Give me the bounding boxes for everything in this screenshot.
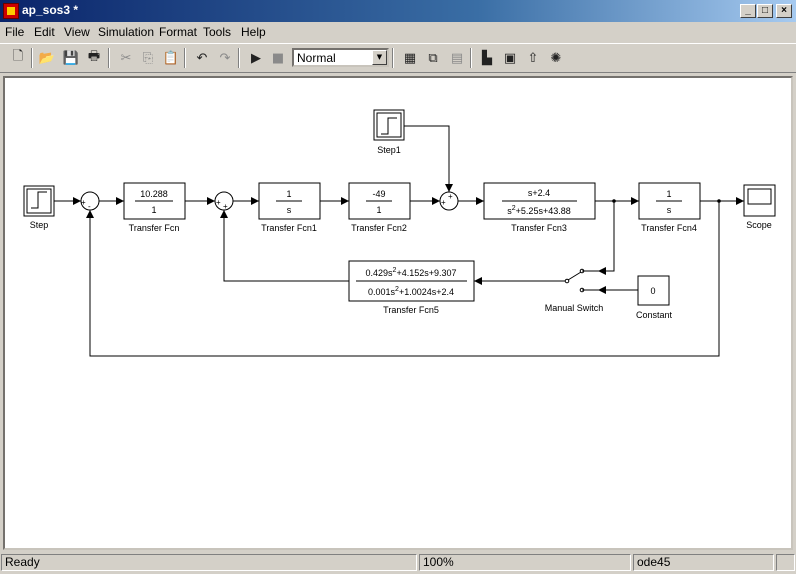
transfer-fcn4-block[interactable]: 1 s [638, 182, 701, 220]
transfer-fcn3-denominator: s2+5.25s+43.88 [507, 205, 570, 216]
transfer-fcn2-numerator: -49 [372, 189, 385, 199]
transfer-fcn3-numerator: s+2.4 [528, 188, 550, 198]
library-browser-icon[interactable]: ▙ [477, 48, 497, 68]
sum1-minus-sign: - [88, 202, 91, 211]
transfer-fcn1-label: Transfer Fcn1 [261, 223, 317, 233]
title-bar: ap_sos3 * _ □ × [0, 0, 796, 22]
toolbar-separator [238, 48, 240, 68]
resize-grip[interactable] [776, 554, 795, 571]
transfer-fcn4-numerator: 1 [666, 189, 671, 199]
step1-block[interactable] [373, 109, 405, 141]
block-diagram: Step Step1 + - 10.288 1 Transfer Fcn + + [23, 109, 776, 357]
status-bar: Ready 100% ode45 [0, 552, 796, 574]
transfer-fcn1-block[interactable]: 1 s [258, 182, 321, 220]
branch-point [717, 199, 721, 203]
transfer-fcn1-numerator: 1 [286, 189, 291, 199]
sum3-plus-sign-left: + [441, 198, 446, 207]
menu-help[interactable]: Help [241, 25, 266, 39]
cut-icon[interactable]: ✂ [116, 48, 136, 68]
transfer-fcn-denominator: 1 [151, 205, 156, 215]
toolbar: 🗋 📂 💾 🖶 ✂ ⎘ 📋 ↶ ↷ ▶ ■ ▦ ⧉ ▤ ▙ ▣ ⇧ ✺ [0, 43, 796, 73]
sum3-plus-sign-top: + [448, 192, 453, 201]
status-solver: ode45 [633, 554, 774, 571]
step-label: Step [30, 220, 49, 230]
transfer-fcn4-denominator: s [667, 205, 672, 215]
update-diagram-icon[interactable]: ⧉ [423, 48, 443, 68]
build-subsystem-icon[interactable]: ▤ [447, 48, 467, 68]
new-icon[interactable]: 🗋 [8, 48, 28, 68]
simulation-mode-select[interactable]: Normal ▼ [292, 48, 389, 67]
simulink-app-icon[interactable] [3, 3, 19, 19]
constant-block[interactable]: 0 [637, 275, 670, 306]
undo-icon[interactable]: ↶ [192, 48, 212, 68]
transfer-fcn1-denominator: s [287, 205, 292, 215]
branch-point [612, 199, 616, 203]
menu-edit[interactable]: Edit [34, 25, 55, 39]
manual-switch-block[interactable] [564, 268, 598, 293]
simulation-mode-value: Normal [297, 51, 336, 65]
chevron-down-icon[interactable]: ▼ [372, 50, 387, 65]
sum1-plus-sign: + [81, 198, 86, 207]
menu-bar: File Edit View Simulation Format Tools H… [0, 22, 796, 42]
menu-view[interactable]: View [64, 25, 90, 39]
go-to-parent-icon[interactable]: ⇧ [523, 48, 543, 68]
transfer-fcn5-denominator: 0.001s2+1.0024s+2.4 [368, 286, 454, 297]
window-title: ap_sos3 * [22, 3, 79, 17]
debug-icon[interactable]: ✺ [546, 48, 566, 68]
sum2-plus-sign-bottom: + [223, 202, 228, 211]
sum2-block[interactable]: + + [214, 191, 234, 211]
toolbar-separator [108, 48, 110, 68]
toolbar-separator [470, 48, 472, 68]
toolbar-separator [31, 48, 33, 68]
transfer-fcn5-label: Transfer Fcn5 [383, 305, 439, 315]
sum1-block[interactable]: + - [80, 191, 100, 211]
maximize-button[interactable]: □ [757, 4, 773, 18]
toolbar-separator [392, 48, 394, 68]
step-block[interactable] [23, 185, 55, 217]
transfer-fcn-numerator: 10.288 [140, 189, 168, 199]
transfer-fcn3-label: Transfer Fcn3 [511, 223, 567, 233]
transfer-fcn-label: Transfer Fcn [129, 223, 180, 233]
sum3-block[interactable]: + + [439, 191, 459, 211]
scope-label: Scope [746, 220, 772, 230]
paste-icon[interactable]: 📋 [161, 48, 181, 68]
transfer-fcn2-block[interactable]: -49 1 [348, 182, 411, 220]
menu-simulation[interactable]: Simulation [98, 25, 154, 39]
model-browser-icon[interactable]: ▣ [500, 48, 520, 68]
transfer-fcn5-numerator: 0.429s2+4.152s+9.307 [366, 267, 457, 278]
close-button[interactable]: × [776, 4, 792, 18]
model-canvas[interactable]: Step Step1 + - 10.288 1 Transfer Fcn + + [3, 76, 793, 550]
constant-value: 0 [650, 286, 655, 296]
start-simulation-icon[interactable]: ▶ [246, 48, 266, 68]
save-icon[interactable]: 💾 [61, 48, 81, 68]
transfer-fcn4-label: Transfer Fcn4 [641, 223, 697, 233]
signal-lines [54, 125, 744, 357]
stop-simulation-icon[interactable]: ■ [268, 48, 288, 68]
status-state: Ready [1, 554, 417, 571]
minimize-button[interactable]: _ [740, 4, 756, 18]
status-zoom: 100% [419, 554, 631, 571]
menu-tools[interactable]: Tools [203, 25, 231, 39]
scope-block[interactable] [743, 184, 776, 217]
step1-label: Step1 [377, 145, 401, 155]
open-folder-icon[interactable]: 📂 [37, 48, 57, 68]
transfer-fcn-block[interactable]: 10.288 1 [123, 182, 186, 220]
menu-file[interactable]: File [5, 25, 24, 39]
transfer-fcn3-block[interactable]: s+2.4 s2+5.25s+43.88 [483, 182, 596, 220]
constant-label: Constant [636, 310, 673, 320]
build-icon[interactable]: ▦ [400, 48, 420, 68]
sum2-plus-sign-left: + [216, 198, 221, 207]
menu-format[interactable]: Format [159, 25, 197, 39]
manual-switch-label: Manual Switch [545, 303, 604, 313]
redo-icon[interactable]: ↷ [215, 48, 235, 68]
toolbar-separator [184, 48, 186, 68]
copy-icon[interactable]: ⎘ [138, 48, 158, 68]
transfer-fcn5-block[interactable]: 0.429s2+4.152s+9.307 0.001s2+1.0024s+2.4 [348, 260, 475, 302]
print-icon[interactable]: 🖶 [84, 48, 104, 68]
transfer-fcn2-label: Transfer Fcn2 [351, 223, 407, 233]
transfer-fcn2-denominator: 1 [376, 205, 381, 215]
